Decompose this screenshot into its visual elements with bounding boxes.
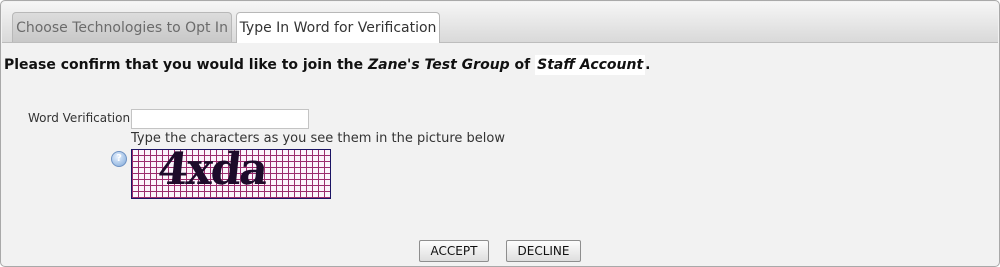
confirmation-suffix: .	[645, 57, 651, 73]
question-circle-icon[interactable]: ?	[111, 151, 127, 167]
confirmation-message: Please confirm that you would like to jo…	[4, 55, 651, 75]
word-verification-input[interactable]	[131, 109, 309, 129]
tab-choose-technologies[interactable]: Choose Technologies to Opt In	[12, 12, 232, 42]
tab-bar: Choose Technologies to Opt In Type In Wo…	[2, 2, 998, 43]
captcha-hint: Type the characters as you see them in t…	[131, 131, 505, 146]
confirmation-prefix: Please confirm that you would like to jo…	[4, 57, 368, 73]
word-verification-label: Word Verification	[28, 111, 131, 125]
captcha-text: 4xda	[155, 149, 269, 195]
group-name: Zane's Test Group	[367, 57, 510, 73]
account-name: Staff Account	[535, 55, 646, 75]
accept-button[interactable]: ACCEPT	[419, 240, 489, 262]
tab-word-verification[interactable]: Type In Word for Verification	[236, 12, 440, 43]
decline-button[interactable]: DECLINE	[506, 240, 581, 262]
confirmation-middle: of	[509, 57, 536, 73]
captcha-image: 4xda	[131, 149, 331, 199]
